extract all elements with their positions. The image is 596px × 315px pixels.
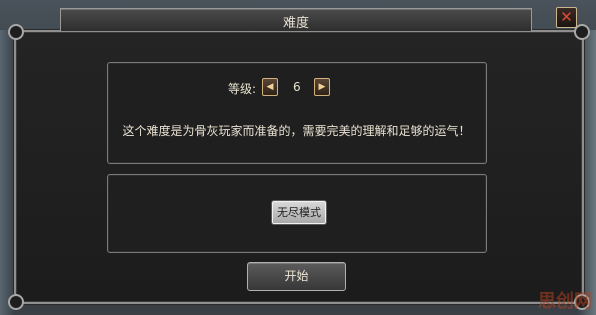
chevron-left-icon: ◀	[266, 82, 274, 92]
close-icon: ✕	[560, 8, 573, 26]
corner-ornament-icon	[8, 24, 24, 40]
close-button[interactable]: ✕	[556, 7, 577, 28]
start-button[interactable]: 开始	[247, 262, 346, 291]
watermark-logo: 思创网	[538, 291, 592, 312]
background-rock-left	[0, 30, 14, 315]
level-decrease-button[interactable]: ◀	[262, 78, 278, 96]
level-increase-button[interactable]: ▶	[314, 78, 330, 96]
level-label: 等级:	[228, 82, 257, 96]
difficulty-panel	[107, 62, 487, 164]
dialog-title: 难度	[282, 16, 309, 31]
dialog-title-bar: 难度	[60, 8, 532, 31]
chevron-right-icon: ▶	[318, 82, 326, 92]
level-value: 6	[293, 80, 301, 94]
difficulty-description: 这个难度是为骨灰玩家而准备的，需要完美的理解和足够的运气！	[122, 124, 471, 138]
corner-ornament-icon	[8, 294, 24, 310]
endless-mode-button[interactable]: 无尽模式	[272, 201, 326, 224]
